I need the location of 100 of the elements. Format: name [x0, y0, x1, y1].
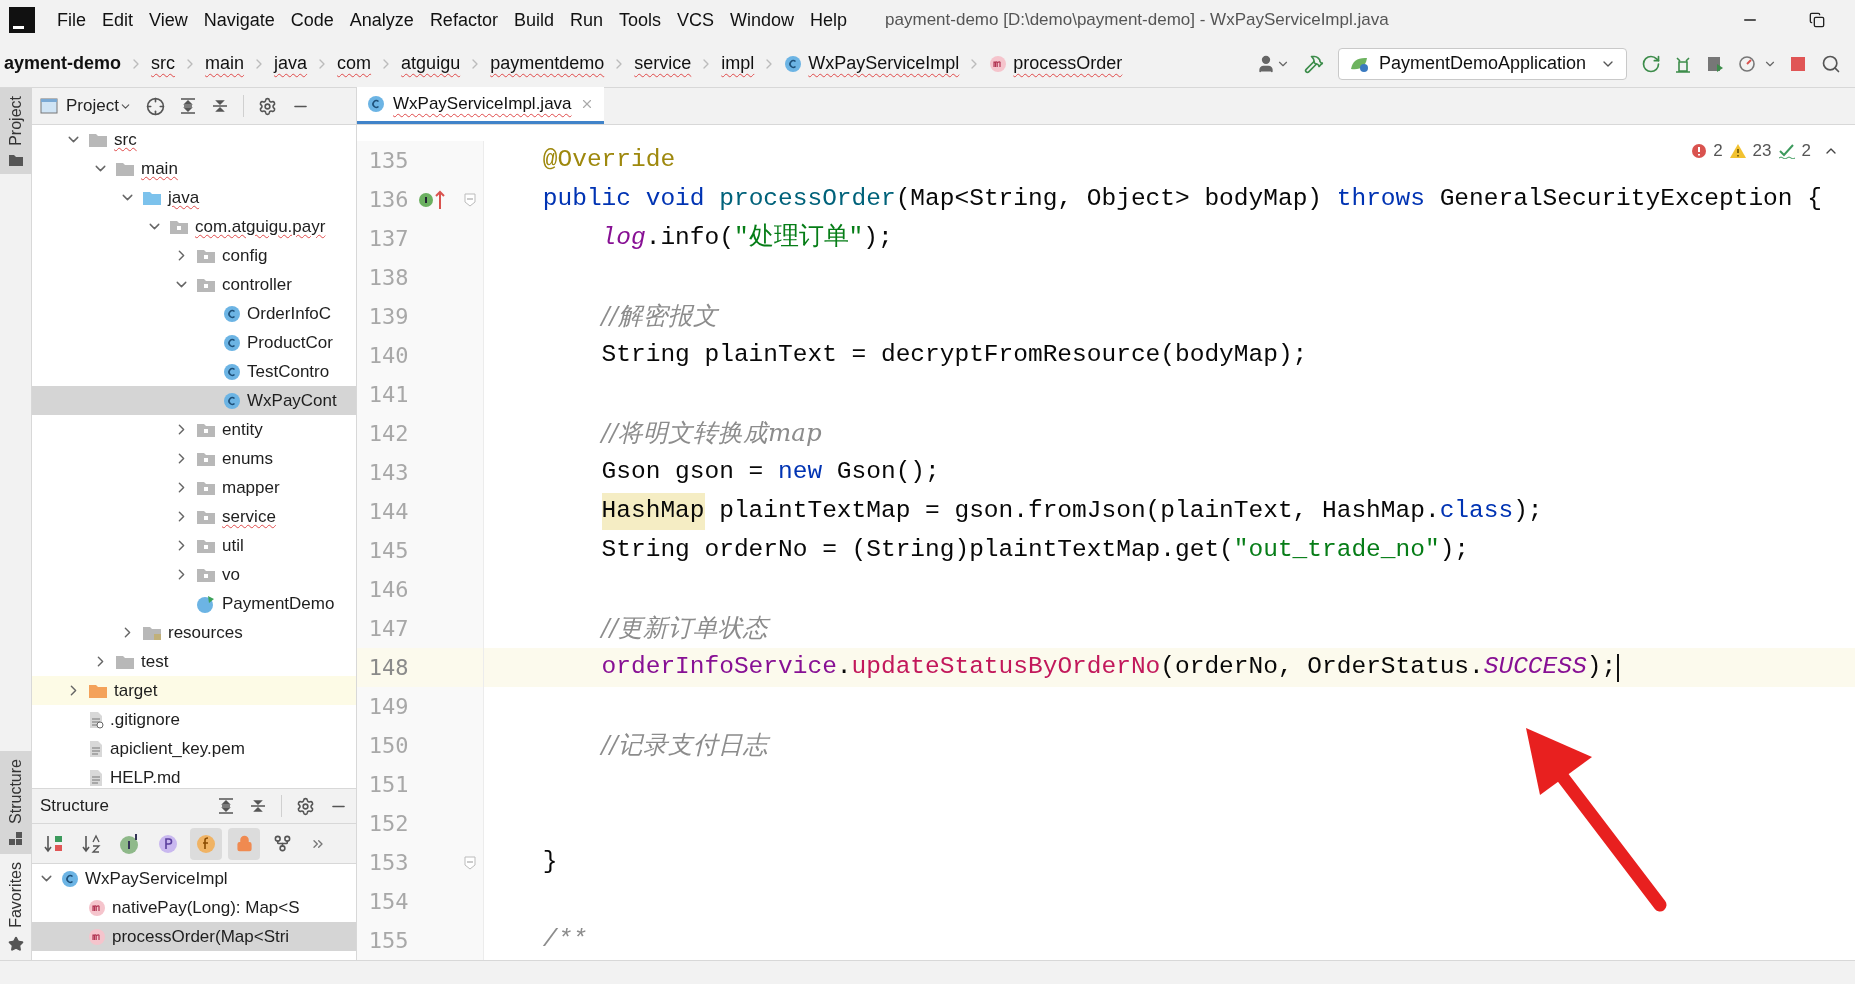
tree-item[interactable]: vo	[32, 560, 356, 589]
tree-item[interactable]: main	[32, 154, 356, 183]
fold-marker-icon[interactable]	[463, 855, 476, 870]
file-icon	[88, 768, 104, 787]
menu-item[interactable]: File	[49, 6, 94, 34]
folder-icon	[142, 624, 162, 641]
side-tab[interactable]: Favorites	[0, 854, 32, 960]
breadcrumb[interactable]: main	[201, 50, 249, 77]
locate-icon[interactable]	[145, 96, 165, 116]
expand-all-icon[interactable]	[217, 797, 235, 815]
tree-item[interactable]: test	[32, 647, 356, 676]
menu-item[interactable]: Tools	[610, 6, 669, 34]
fork-icon	[272, 834, 292, 853]
package-icon	[196, 450, 216, 467]
tree-item[interactable]: OrderInfoC	[32, 299, 356, 328]
filter-toggle[interactable]	[228, 827, 260, 860]
tree-item[interactable]: PaymentDemo	[32, 589, 356, 618]
expand-all-icon[interactable]	[178, 97, 197, 115]
project-view-icon	[40, 98, 58, 114]
line-number: 135	[367, 147, 409, 175]
tree-item[interactable]: src	[32, 125, 356, 154]
filter-toggle[interactable]	[190, 827, 222, 860]
tree-item[interactable]: processOrder(Map<Stri	[32, 922, 356, 951]
editor-tab[interactable]: WxPayServiceImpl.java	[357, 87, 604, 124]
tree-item[interactable]: entity	[32, 415, 356, 444]
tree-item[interactable]: controller	[32, 270, 356, 299]
tree-item[interactable]: WxPayServiceImpl	[32, 864, 356, 893]
tree-item[interactable]: nativePay(Long): Map<S	[32, 893, 356, 922]
breadcrumb[interactable]: ayment-demo	[0, 50, 126, 77]
tree-item[interactable]: config	[32, 241, 356, 270]
tree-item[interactable]: util	[32, 531, 356, 560]
tree-item[interactable]: com.atguigu.payr	[32, 212, 356, 241]
line-number: 153	[367, 849, 409, 877]
breadcrumb[interactable]: java	[270, 50, 312, 77]
class-icon	[784, 54, 803, 73]
settings-icon[interactable]	[296, 796, 315, 816]
breadcrumb[interactable]: com	[333, 50, 376, 77]
menu-item[interactable]: Run	[561, 6, 611, 34]
line-number: 146	[367, 576, 409, 604]
package-icon	[196, 566, 216, 583]
breadcrumb[interactable]: atguigu	[397, 50, 465, 77]
code-line: log.info("处理订单");	[600, 222, 893, 254]
tree-item[interactable]: enums	[32, 444, 356, 473]
collapse-all-icon[interactable]	[249, 797, 267, 815]
search-icon[interactable]	[1821, 53, 1841, 74]
menu-item[interactable]: Edit	[94, 6, 142, 34]
menu-item[interactable]: View	[141, 6, 196, 34]
menu-item[interactable]: Refactor	[421, 6, 506, 34]
tree-item[interactable]: service	[32, 502, 356, 531]
line-number: 149	[367, 693, 409, 721]
menu-item[interactable]: Navigate	[195, 6, 283, 34]
line-number: 137	[367, 225, 409, 253]
run-configuration-dropdown[interactable]: PaymentDemoApplication	[1337, 47, 1627, 80]
project-view-selector[interactable]: Project	[66, 93, 132, 119]
hammer-icon[interactable]	[1303, 53, 1324, 74]
tree-item[interactable]: mapper	[32, 473, 356, 502]
menu-item[interactable]: Analyze	[341, 6, 422, 34]
side-tab[interactable]: Structure	[0, 751, 32, 855]
menu-item[interactable]: Build	[505, 6, 562, 34]
error-count: 2	[1713, 140, 1723, 162]
settings-icon[interactable]	[257, 96, 277, 116]
tree-item[interactable]: .gitignore	[32, 705, 356, 734]
collapse-all-icon[interactable]	[210, 97, 229, 115]
tree-item[interactable]: WxPayCont	[32, 386, 356, 415]
app-logo-icon	[9, 7, 35, 33]
menu-item[interactable]: Help	[802, 6, 856, 34]
stop-icon[interactable]	[1789, 54, 1807, 73]
fold-marker-icon[interactable]	[463, 192, 476, 207]
menu-item[interactable]: Code	[282, 6, 342, 34]
package-icon	[196, 276, 216, 293]
breadcrumb[interactable]: src	[147, 50, 180, 77]
tree-item[interactable]: HELP.md	[32, 763, 356, 788]
tree-item[interactable]: target	[32, 676, 356, 705]
tree-item[interactable]: resources	[32, 618, 356, 647]
tree-item[interactable]: TestContro	[32, 357, 356, 386]
side-tab[interactable]: Project	[0, 88, 32, 174]
lock-icon	[235, 835, 253, 852]
implements-marker-icon[interactable]	[418, 188, 447, 211]
menu-item[interactable]: VCS	[669, 6, 722, 34]
line-number: 154	[367, 888, 409, 916]
line-number: 143	[367, 459, 409, 487]
tree-item[interactable]: apiclient_key.pem	[32, 734, 356, 763]
line-number: 148	[367, 654, 409, 682]
tree-item[interactable]: java	[32, 183, 356, 212]
breadcrumb[interactable]: WxPayServiceImpl	[780, 50, 964, 77]
code-line: HashMap plaintTextMap = gson.fromJson(plainText, HashMap.class);	[484, 493, 1543, 530]
breadcrumb[interactable]: processOrder	[985, 50, 1127, 77]
class-icon	[223, 304, 241, 323]
menu-item[interactable]: Window	[722, 6, 803, 34]
rerun-icon[interactable]	[1641, 53, 1661, 74]
breadcrumb[interactable]: impl	[717, 50, 759, 77]
breadcrumb[interactable]: paymentdemo	[486, 50, 609, 77]
file-icon	[88, 739, 104, 758]
package-icon	[169, 218, 189, 235]
restore-icon[interactable]	[1809, 12, 1825, 28]
file-icon	[88, 710, 104, 729]
tree-item[interactable]: ProductCor	[32, 328, 356, 357]
line-number: 152	[367, 810, 409, 838]
breadcrumb[interactable]: service	[630, 50, 696, 77]
code-line: }	[541, 847, 558, 878]
